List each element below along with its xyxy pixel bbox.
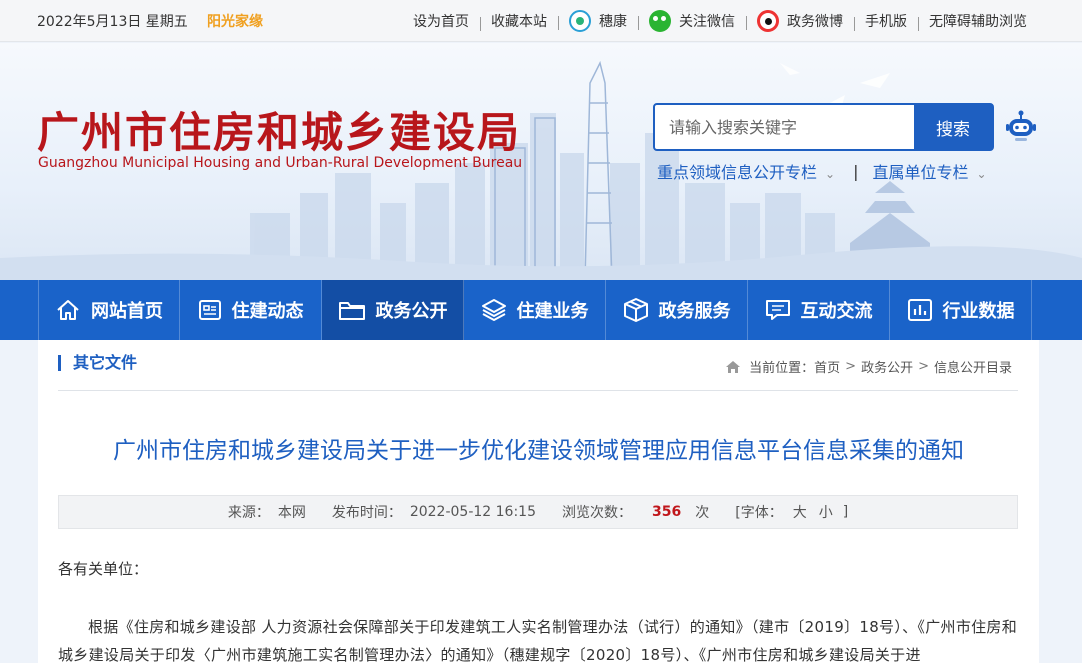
chevron-down-icon: ⌄ — [976, 167, 987, 181]
breadcrumb: 当前位置： 首页 > 政务公开 > 信息公开目录 — [725, 357, 1012, 376]
accessibility-link[interactable]: 无障碍辅助浏览 — [918, 11, 1038, 31]
wechat-icon — [649, 10, 671, 32]
body-paragraph: 根据《住房和城乡建设部 人力资源社会保障部关于印发建筑工人实名制管理办法（试行）… — [58, 618, 1018, 663]
views-count: 356 — [652, 504, 682, 520]
weibo-link[interactable]: 政务微博 — [746, 10, 854, 32]
robot-assistant-icon[interactable] — [1006, 109, 1036, 143]
category-title: 其它文件 — [58, 355, 137, 371]
publish-time: 2022-05-12 16:15 — [409, 504, 536, 520]
home-icon — [726, 360, 741, 373]
special-links: 重点领域信息公开专栏 ⌄ | 直属单位专栏 ⌄ — [657, 159, 987, 183]
top-links: 设为首页 收藏本站 穗康 关注微信 政务微博 手机版 无障碍辅助浏览 — [402, 0, 1038, 42]
search-input[interactable] — [655, 105, 914, 149]
layers-icon — [481, 299, 506, 321]
nav-item-industry-data[interactable]: 行业数据 — [890, 280, 1032, 340]
key-areas-link[interactable]: 重点领域信息公开专栏 ⌄ — [657, 159, 835, 183]
nav-item-business[interactable]: 住建业务 — [464, 280, 606, 340]
breadcrumb-gov-affairs[interactable]: 政务公开 — [861, 357, 913, 376]
article-card: 其它文件 当前位置： 首页 > 政务公开 > 信息公开目录 广州市住房和城乡建设… — [38, 340, 1039, 663]
nav-item-interaction[interactable]: 互动交流 — [748, 280, 890, 340]
site-logo-subtitle: Guangzhou Municipal Housing and Urban-Ru… — [38, 155, 523, 171]
mobile-version-link[interactable]: 手机版 — [854, 11, 918, 31]
header-banner: 广州市住房和城乡建设局 Guangzhou Municipal Housing … — [0, 43, 1082, 280]
font-size-end: ] — [842, 504, 849, 520]
breadcrumb-prefix: 当前位置： — [749, 361, 815, 376]
weibo-icon — [757, 10, 779, 32]
source-label: 来源： — [227, 505, 270, 521]
article-title: 广州市住房和城乡建设局关于进一步优化建设领域管理应用信息平台信息采集的通知 — [113, 438, 964, 464]
box-icon — [623, 298, 648, 322]
category-bar: 其它文件 当前位置： 首页 > 政务公开 > 信息公开目录 — [58, 340, 1018, 391]
font-size-label: [字体： — [735, 505, 783, 521]
font-small-button[interactable]: 小 — [819, 502, 833, 522]
top-utility-bar: 2022年5月13日 星期五 阳光家缘 设为首页 收藏本站 穗康 关注微信 政务… — [0, 0, 1082, 42]
source-value: 本网 — [277, 505, 306, 521]
chevron-down-icon: ⌄ — [825, 167, 836, 181]
suikang-icon — [569, 10, 591, 32]
suikang-link[interactable]: 穗康 — [558, 10, 638, 32]
nav-item-services[interactable]: 政务服务 — [606, 280, 748, 340]
current-date: 2022年5月13日 星期五 — [37, 14, 188, 30]
views-label: 浏览次数： — [562, 505, 632, 521]
breadcrumb-sep: > — [845, 359, 857, 374]
views-unit: 次 — [695, 505, 710, 521]
breadcrumb-sep: > — [918, 359, 929, 374]
site-logo-title[interactable]: 广州市住房和城乡建设局 — [37, 99, 521, 160]
search-button[interactable]: 搜索 — [914, 105, 992, 149]
search-box: 搜索 — [653, 103, 994, 151]
link-separator: | — [853, 161, 859, 181]
time-label: 发布时间： — [331, 505, 402, 521]
message-icon — [765, 300, 790, 320]
set-homepage-link[interactable]: 设为首页 — [402, 11, 480, 31]
affiliated-units-link[interactable]: 直属单位专栏 ⌄ — [872, 159, 986, 183]
breadcrumb-catalog[interactable]: 信息公开目录 — [934, 357, 1012, 376]
wechat-link[interactable]: 关注微信 — [638, 10, 746, 32]
nav-item-home[interactable]: 网站首页 — [38, 280, 180, 340]
nav-item-gov-affairs[interactable]: 政务公开 — [322, 280, 464, 340]
chart-icon — [907, 299, 932, 321]
salutation: 各有关单位： — [58, 560, 149, 578]
article-meta: 来源： 本网 发布时间： 2022-05-12 16:15 浏览次数： 356 … — [58, 495, 1018, 529]
home-icon — [57, 300, 79, 320]
nav-item-news[interactable]: 住建动态 — [180, 280, 322, 340]
font-large-button[interactable]: 大 — [793, 502, 807, 522]
breadcrumb-home[interactable]: 首页 — [814, 357, 840, 376]
folder-icon — [338, 302, 365, 320]
bookmark-link[interactable]: 收藏本站 — [480, 11, 558, 31]
article-body: 各有关单位： 根据《住房和城乡建设部 人力资源社会保障部关于印发建筑工人实名制管… — [58, 555, 1020, 663]
news-icon — [198, 300, 221, 320]
main-nav: 网站首页 住建动态 政务公开 住建业务 政务服务 互动交流 行业数据 — [0, 280, 1082, 340]
sunshine-link[interactable]: 阳光家缘 — [207, 11, 263, 31]
